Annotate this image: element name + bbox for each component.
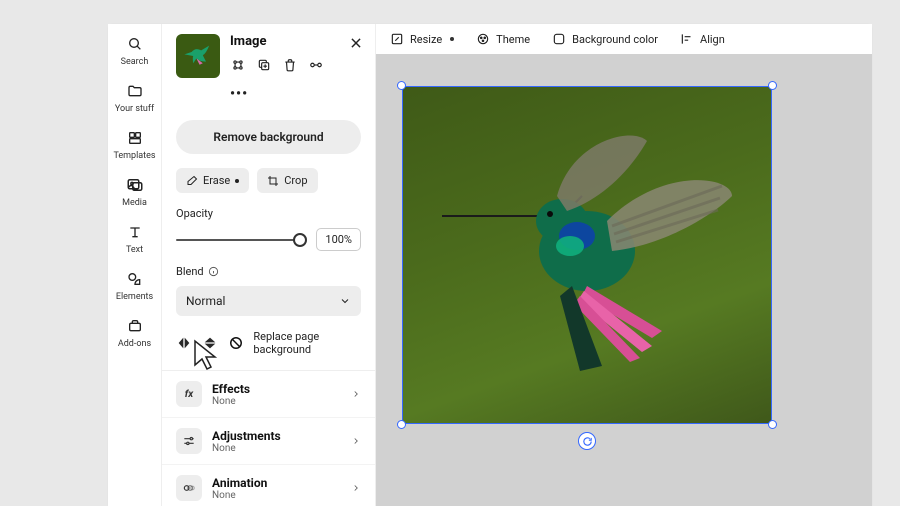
chevron-down-icon [339,295,351,307]
rail-label: Search [121,58,149,67]
section-sub: None [212,396,341,407]
crop-label: Crop [284,174,307,187]
blend-value: Normal [186,294,225,308]
rail-elements[interactable]: Elements [108,269,161,302]
rail-label: Elements [116,293,153,302]
flip-horizontal-icon[interactable] [176,334,192,352]
section-title: Effects [212,382,341,396]
align-label: Align [700,33,725,46]
erase-label: Erase [203,174,230,187]
more-icon[interactable]: ••• [230,86,248,102]
opacity-label: Opacity [176,207,361,220]
opacity-slider[interactable] [176,239,306,241]
section-sub: None [212,490,341,501]
section-title: Animation [212,476,341,490]
rail-text[interactable]: Text [108,222,161,255]
rail-label: Templates [113,152,155,161]
animation-icon [176,475,202,501]
canvas-toolbar: Resize Theme Background color Align [376,24,872,54]
close-icon[interactable] [349,36,363,50]
section-title: Adjustments [212,429,341,443]
replace-bg-icon [228,334,243,352]
lock-icon[interactable] [308,57,324,73]
section-effects[interactable]: fx Effects None [162,371,375,417]
resize-label: Resize [410,33,442,46]
bgcolor-button[interactable]: Background color [552,32,658,46]
flip-vertical-icon[interactable] [202,334,218,352]
ungroup-icon[interactable] [230,57,246,73]
resize-handle-br[interactable] [768,420,777,429]
panel-title: Image [230,34,361,49]
rail-media[interactable]: Media [108,175,161,208]
left-rail: Search Your stuff Templates Media Text [108,24,162,506]
blend-select[interactable]: Normal [176,286,361,316]
erase-button[interactable]: Erase [176,168,249,193]
rail-templates[interactable]: Templates [108,128,161,161]
rail-your-stuff[interactable]: Your stuff [108,81,161,114]
rotate-handle[interactable] [578,432,596,450]
templates-icon [125,128,145,148]
selected-image[interactable] [402,86,772,424]
search-icon [125,34,145,54]
rail-addons[interactable]: Add-ons [108,316,161,349]
folder-icon [125,81,145,101]
text-icon [125,222,145,242]
media-icon [125,175,145,195]
resize-button[interactable]: Resize [390,32,454,46]
rail-label: Media [122,199,147,208]
delete-icon[interactable] [282,57,298,73]
align-button[interactable]: Align [680,32,725,46]
addons-icon [125,316,145,336]
canvas-area[interactable]: Resize Theme Background color Align [376,24,872,506]
section-sub: None [212,443,341,454]
image-thumbnail[interactable] [176,34,220,78]
section-animation[interactable]: Animation None [162,464,375,506]
sliders-icon [176,428,202,454]
fx-icon: fx [176,381,202,407]
chevron-right-icon [351,483,361,493]
crop-button[interactable]: Crop [257,168,317,193]
panel-header: Image [176,34,361,78]
resize-handle-tl[interactable] [397,81,406,90]
duplicate-icon[interactable] [256,57,272,73]
properties-panel: Image ••• Remove background Erase [162,24,376,506]
replace-bg-button[interactable]: Replace page background [253,330,361,356]
theme-button[interactable]: Theme [476,32,530,46]
chevron-right-icon [351,389,361,399]
rail-search[interactable]: Search [108,34,161,67]
remove-background-button[interactable]: Remove background [176,120,361,154]
rail-label: Text [126,246,143,255]
ai-dot-icon [235,179,239,183]
theme-label: Theme [496,33,530,46]
resize-handle-bl[interactable] [397,420,406,429]
info-icon[interactable] [208,266,219,277]
blend-label: Blend [176,265,204,278]
chevron-right-icon [351,436,361,446]
section-adjustments[interactable]: Adjustments None [162,417,375,464]
rail-label: Add-ons [118,340,151,349]
rail-label: Your stuff [115,105,154,114]
shapes-icon [125,269,145,289]
bgcolor-label: Background color [572,33,658,46]
resize-handle-tr[interactable] [768,81,777,90]
opacity-value[interactable]: 100% [316,228,361,251]
ai-dot-icon [450,37,454,41]
selection-box [402,86,772,424]
